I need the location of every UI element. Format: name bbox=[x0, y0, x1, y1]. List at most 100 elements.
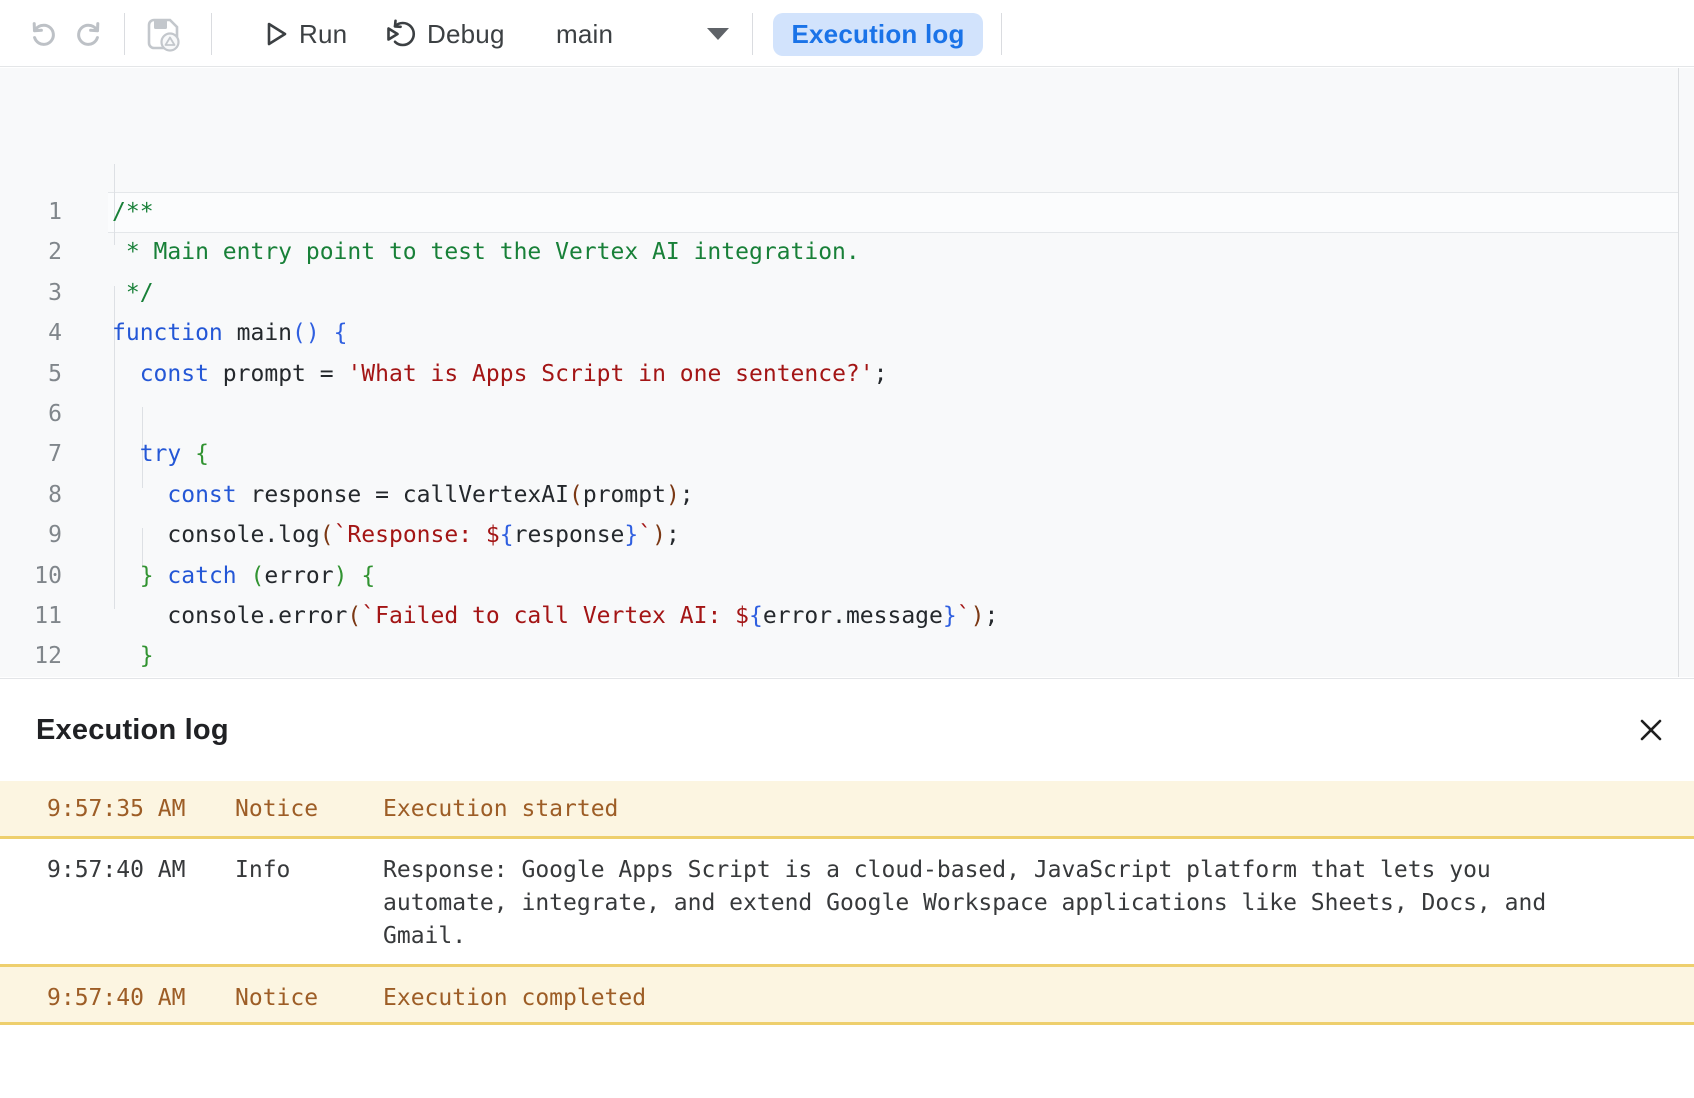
log-row-info: 9:57:40 AMInfoResponse: Google Apps Scri… bbox=[0, 839, 1694, 967]
redo-button[interactable] bbox=[74, 18, 106, 50]
undo-icon bbox=[26, 18, 58, 50]
code-token: } bbox=[140, 643, 154, 669]
toolbar-divider bbox=[752, 13, 753, 55]
code-line[interactable]: console.error(`Failed to call Vertex AI:… bbox=[112, 596, 998, 636]
code-token bbox=[112, 361, 140, 387]
code-token: { bbox=[500, 522, 514, 548]
code-token: { bbox=[749, 603, 763, 629]
code-token bbox=[112, 643, 140, 669]
code-token: console.log bbox=[112, 522, 320, 548]
function-selector[interactable]: main bbox=[556, 16, 613, 52]
run-button[interactable]: Run bbox=[264, 16, 347, 52]
code-token: catch bbox=[167, 563, 236, 589]
code-token: response = callVertexAI bbox=[237, 482, 569, 508]
code-token: prompt = bbox=[209, 361, 347, 387]
code-token: () bbox=[292, 320, 320, 346]
execution-log-toggle-label: Execution log bbox=[791, 19, 964, 50]
log-timestamp: 9:57:40 AM bbox=[47, 982, 185, 1015]
code-line[interactable]: function main() { bbox=[112, 313, 347, 353]
log-rows: 9:57:35 AM Notice Execution started 9:57:40… bbox=[0, 781, 1694, 1025]
code-token: ( bbox=[569, 482, 583, 508]
line-number: 2 bbox=[0, 232, 62, 272]
line-number: 6 bbox=[0, 394, 62, 434]
code-token: ) bbox=[334, 563, 348, 589]
code-token: prompt bbox=[583, 482, 666, 508]
function-selector-caret[interactable] bbox=[706, 28, 730, 41]
code-line[interactable]: } bbox=[112, 636, 154, 676]
log-timestamp: 9:57:40 AM bbox=[47, 854, 185, 887]
code-token: `Failed to call Vertex AI: $ bbox=[361, 603, 749, 629]
code-line[interactable]: try { bbox=[112, 434, 209, 474]
code-line[interactable]: const response = callVertexAI(prompt); bbox=[112, 475, 694, 515]
code-token: { bbox=[195, 441, 209, 467]
code-token bbox=[320, 320, 334, 346]
code-token: * Main entry point to test the Vertex AI… bbox=[112, 239, 860, 265]
code-line[interactable]: */ bbox=[112, 273, 154, 313]
code-token: `Response: $ bbox=[334, 522, 500, 548]
code-token bbox=[154, 563, 168, 589]
current-line-highlight bbox=[108, 192, 1678, 233]
line-number: 9 bbox=[0, 515, 62, 555]
code-token: const bbox=[167, 482, 236, 508]
code-token: response bbox=[514, 522, 625, 548]
code-line[interactable]: const prompt = 'What is Apps Script in o… bbox=[112, 354, 888, 394]
apps-script-editor: Run Debug main Execution log 12345 bbox=[0, 0, 1694, 1098]
code-line[interactable]: * Main entry point to test the Vertex AI… bbox=[112, 232, 860, 272]
code-token: error bbox=[264, 563, 333, 589]
save-icon bbox=[143, 14, 183, 54]
code-token: ) bbox=[652, 522, 666, 548]
code-token: ; bbox=[874, 361, 888, 387]
line-number: 3 bbox=[0, 273, 62, 313]
execution-log-toggle[interactable]: Execution log bbox=[773, 13, 983, 56]
line-number: 11 bbox=[0, 596, 62, 636]
code-token: error.message bbox=[763, 603, 943, 629]
code-token bbox=[112, 563, 140, 589]
log-level: Notice bbox=[235, 793, 318, 826]
code-token: function bbox=[112, 320, 223, 346]
close-panel-button[interactable] bbox=[1634, 713, 1668, 747]
log-message: Execution started bbox=[383, 793, 1573, 826]
code-token: } bbox=[624, 522, 638, 548]
code-token: ( bbox=[320, 522, 334, 548]
code-token: ( bbox=[347, 603, 361, 629]
code-token: try bbox=[140, 441, 182, 467]
run-label: Run bbox=[299, 19, 347, 50]
code-token: ` bbox=[638, 522, 652, 548]
code-line[interactable]: } catch (error) { bbox=[112, 556, 375, 596]
code-token: ( bbox=[251, 563, 265, 589]
code-token: main bbox=[223, 320, 292, 346]
line-number: 1 bbox=[0, 192, 62, 232]
debug-button[interactable]: Debug bbox=[384, 15, 505, 53]
toolbar-divider bbox=[124, 13, 125, 55]
code-line[interactable]: /** bbox=[112, 192, 154, 232]
toolbar-divider bbox=[211, 13, 212, 55]
save-button[interactable] bbox=[143, 14, 183, 54]
code-token: ` bbox=[957, 603, 971, 629]
close-icon bbox=[1636, 715, 1666, 745]
code-token: } bbox=[943, 603, 957, 629]
dropdown-caret-icon bbox=[706, 28, 730, 41]
code-token bbox=[181, 441, 195, 467]
toolbar-divider bbox=[1001, 13, 1002, 55]
toolbar: Run Debug main Execution log bbox=[0, 0, 1694, 67]
execution-log-title: Execution log bbox=[36, 714, 229, 747]
code-token: ; bbox=[680, 482, 694, 508]
line-number: 7 bbox=[0, 434, 62, 474]
function-selector-value: main bbox=[556, 19, 613, 50]
play-icon bbox=[264, 20, 290, 48]
code-editor[interactable]: 1234567891011121314 /** * Main entry poi… bbox=[0, 68, 1694, 677]
code-token: { bbox=[334, 320, 348, 346]
log-timestamp: 9:57:35 AM bbox=[47, 793, 185, 826]
line-number: 8 bbox=[0, 475, 62, 515]
code-token bbox=[348, 563, 362, 589]
editor-scrollbar[interactable] bbox=[1678, 68, 1694, 677]
code-token bbox=[112, 482, 167, 508]
undo-button[interactable] bbox=[26, 18, 58, 50]
code-token: const bbox=[140, 361, 209, 387]
log-row-notice: 9:57:40 AMNoticeExecution completed bbox=[0, 967, 1694, 1025]
code-line[interactable]: console.log(`Response: ${response}`); bbox=[112, 515, 680, 555]
redo-icon bbox=[74, 18, 106, 50]
line-number: 4 bbox=[0, 313, 62, 353]
code-token: ) bbox=[971, 603, 985, 629]
code-token bbox=[112, 441, 140, 467]
